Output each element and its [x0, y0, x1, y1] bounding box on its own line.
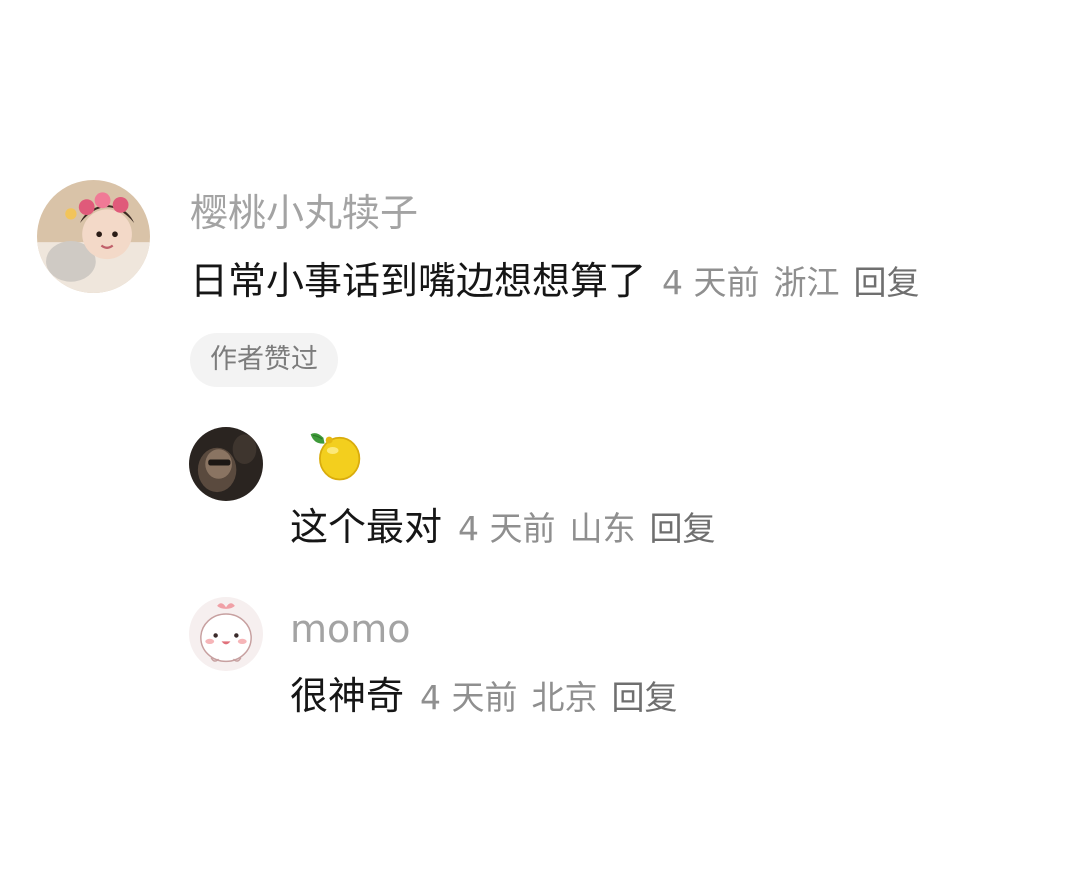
comment-text: 很神奇	[290, 674, 405, 718]
dark-photo-avatar-icon	[189, 427, 263, 501]
reply-button[interactable]: 回复	[650, 509, 716, 548]
comment-location: 浙江	[773, 263, 840, 302]
user-avatar[interactable]	[189, 427, 263, 501]
user-avatar[interactable]	[37, 180, 150, 293]
comment-location: 山东	[569, 509, 636, 548]
comment-author-name[interactable]: momo	[290, 610, 411, 648]
user-avatar[interactable]	[189, 597, 263, 671]
reply-button[interactable]: 回复	[854, 263, 920, 302]
comment-text: 日常小事话到嘴边想想算了	[190, 259, 647, 303]
comment-body: 这个最对 4 天前 山东 回复	[290, 508, 716, 546]
comment-location: 北京	[531, 678, 598, 717]
comment-body: 日常小事话到嘴边想想算了 4 天前 浙江 回复	[190, 262, 920, 300]
comment-time: 4 天前	[420, 678, 518, 717]
comment-text: 这个最对	[290, 505, 443, 549]
comment-time: 4 天前	[662, 263, 760, 302]
reply-button[interactable]: 回复	[612, 678, 678, 717]
girl-avatar-icon	[37, 180, 150, 293]
comment-time: 4 天前	[458, 509, 556, 548]
comment-body: 很神奇 4 天前 北京 回复	[290, 677, 678, 715]
comment-author-name[interactable]: 樱桃小丸犊子	[190, 194, 418, 232]
lemon-icon[interactable]	[306, 425, 364, 483]
author-liked-badge: 作者赞过	[190, 333, 338, 387]
comment-list: 樱桃小丸犊子 日常小事话到嘴边想想算了 4 天前 浙江 回复 作者赞过 这个最对 4 天…	[0, 0, 1080, 874]
cute-bun-avatar-icon	[189, 597, 263, 671]
